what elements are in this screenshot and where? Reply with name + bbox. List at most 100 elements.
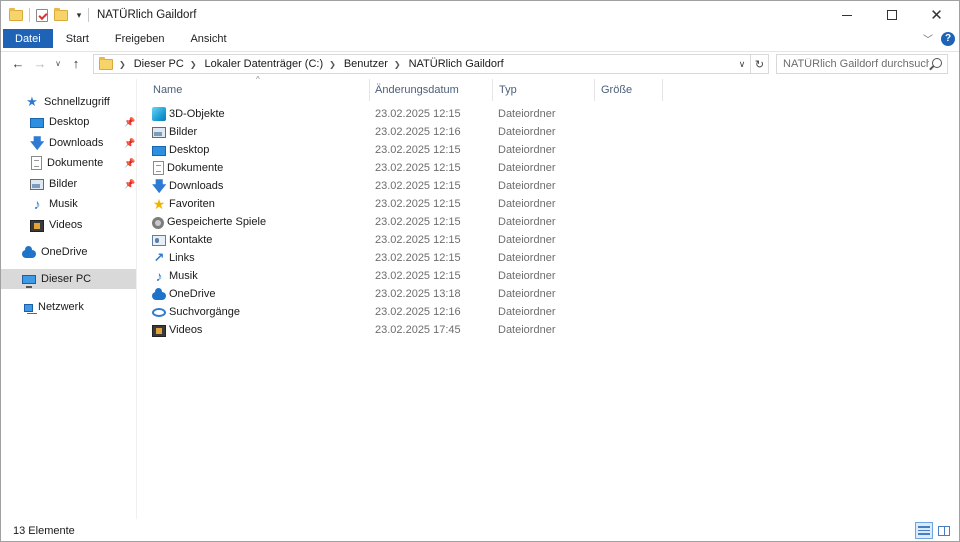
folder-icon [9,7,23,21]
tab-view[interactable]: Ansicht [177,29,239,48]
table-row[interactable]: ★ Favoriten 23.02.2025 12:15 Dateiordner [152,195,752,213]
breadcrumb-local-disk[interactable]: Lokaler Datenträger (C:) [205,58,324,70]
large-icons-view-button[interactable] [935,522,953,539]
refresh-icon[interactable]: ↻ [750,55,768,73]
file-date: 23.02.2025 12:15 [375,234,461,246]
large-icons-view-icon [938,525,950,536]
search-box[interactable] [776,54,948,74]
tab-start[interactable]: Start [53,29,102,48]
column-divider[interactable] [492,79,493,101]
breadcrumb-this-pc[interactable]: Dieser PC [134,58,184,70]
nav-item-label: Downloads [49,137,104,149]
document-icon [153,161,164,175]
pin-icon[interactable]: 📌 [124,117,135,128]
quick-access-toolbar: ▾ [1,1,84,29]
table-row[interactable]: Bilder 23.02.2025 12:16 Dateiordner [152,123,752,141]
file-date: 23.02.2025 12:16 [375,126,461,138]
file-name: Bilder [169,126,198,138]
explorer-window: ▾ NATÜRlich Gaildorf ✕ Datei Start Freig… [0,0,960,542]
breadcrumb-chevron-icon[interactable]: ❯ [119,60,126,69]
file-type: Dateiordner [498,234,556,246]
nav-item-downloads[interactable]: 🡇 Downloads 📌 [1,133,136,153]
help-icon[interactable]: ? [941,31,955,46]
pictures-icon [30,179,44,190]
close-button[interactable]: ✕ [914,1,959,29]
nav-item-desktop[interactable]: Desktop 📌 [1,112,136,132]
document-icon [31,156,42,170]
table-row[interactable]: 3D-Objekte 23.02.2025 12:15 Dateiordner [152,105,752,123]
window-controls: ✕ [824,1,959,29]
breadcrumb-chevron-icon[interactable]: ❯ [394,60,401,69]
nav-onedrive[interactable]: OneDrive [1,242,136,262]
ribbon-tabs: Datei Start Freigeben Ansicht ﹀ ? [1,29,959,48]
table-row[interactable]: Desktop 23.02.2025 12:15 Dateiordner [152,141,752,159]
maximize-button[interactable] [869,1,914,29]
up-button[interactable]: ↑ [65,53,87,75]
column-header-type[interactable]: Typ [499,79,593,101]
table-row[interactable]: Suchvorgänge 23.02.2025 12:16 Dateiordne… [152,303,752,321]
recent-locations-button[interactable]: ∨ [51,53,65,75]
table-row[interactable]: Kontakte 23.02.2025 12:15 Dateiordner [152,231,752,249]
item-count: 13 Elemente [13,525,75,537]
breadcrumb-chevron-icon[interactable]: ❯ [329,60,336,69]
column-header-size[interactable]: Größe [601,79,661,101]
column-divider[interactable] [662,79,663,101]
table-row[interactable]: 🡇 Downloads 23.02.2025 12:15 Dateiordner [152,177,752,195]
nav-item-videos[interactable]: Videos [1,215,136,235]
status-bar: 13 Elemente [1,520,959,542]
link-arrow-icon: ↗ [153,250,165,265]
file-type: Dateiordner [498,306,556,318]
nav-network[interactable]: Netzwerk [1,297,136,317]
new-folder-icon[interactable] [54,7,68,21]
nav-item-music[interactable]: ♪ Musik [1,194,136,214]
properties-icon[interactable] [36,8,48,22]
table-row[interactable]: Gespeicherte Spiele 23.02.2025 12:15 Dat… [152,213,752,231]
breadcrumb-current-folder[interactable]: NATÜRlich Gaildorf [409,58,504,70]
address-history-chevron-icon[interactable]: ∨ [734,59,750,70]
back-button[interactable]: ← [7,53,29,75]
search-icon[interactable] [932,58,942,68]
table-row[interactable]: ↗ Links 23.02.2025 12:15 Dateiordner [152,249,752,267]
search-input[interactable] [783,58,929,70]
nav-this-pc[interactable]: Dieser PC [1,269,136,289]
table-row[interactable]: Dokumente 23.02.2025 12:15 Dateiordner [152,159,752,177]
nav-item-pictures[interactable]: Bilder 📌 [1,174,136,194]
details-view-button[interactable] [915,522,933,539]
column-header-name[interactable]: Name [153,79,369,101]
forward-button[interactable]: → [29,53,51,75]
pin-icon[interactable]: 📌 [124,179,135,190]
column-header-date[interactable]: Änderungsdatum [375,79,491,101]
file-date: 23.02.2025 17:45 [375,324,461,336]
expand-ribbon-chevron-icon[interactable]: ﹀ [923,31,933,46]
nav-onedrive-label: OneDrive [41,246,88,258]
column-divider[interactable] [369,79,370,101]
table-row[interactable]: Videos 23.02.2025 17:45 Dateiordner [152,321,752,339]
chevron-down-icon: ∨ [55,59,61,68]
saved-games-icon [152,216,164,229]
network-icon [24,304,37,314]
file-name: Favoriten [169,198,215,210]
customize-toolbar-chevron-icon[interactable]: ▾ [74,10,84,21]
minimize-button[interactable] [824,1,869,29]
table-row[interactable]: OneDrive 23.02.2025 13:18 Dateiordner [152,285,752,303]
tab-file[interactable]: Datei [3,29,53,48]
address-bar-controls: ∨ ↻ [734,55,768,73]
pin-icon[interactable]: 📌 [124,158,135,169]
file-date: 23.02.2025 12:15 [375,216,461,228]
file-type: Dateiordner [498,144,556,156]
computer-icon [22,275,36,288]
address-bar[interactable]: ❯ Dieser PC ❯ Lokaler Datenträger (C:) ❯… [93,54,769,74]
column-divider[interactable] [594,79,595,101]
breadcrumb-users[interactable]: Benutzer [344,58,388,70]
file-name: Suchvorgänge [169,306,240,318]
table-row[interactable]: ♪ Musik 23.02.2025 12:15 Dateiordner [152,267,752,285]
nav-quick-access[interactable]: ★ Schnellzugriff [1,92,136,112]
nav-item-documents[interactable]: Dokumente 📌 [1,153,136,173]
file-type: Dateiordner [498,180,556,192]
maximize-icon [886,10,897,20]
file-name: Dokumente [167,162,224,174]
breadcrumb-chevron-icon[interactable]: ❯ [190,60,197,69]
title-divider [88,8,89,22]
tab-share[interactable]: Freigeben [102,29,178,48]
pin-icon[interactable]: 📌 [124,138,135,149]
